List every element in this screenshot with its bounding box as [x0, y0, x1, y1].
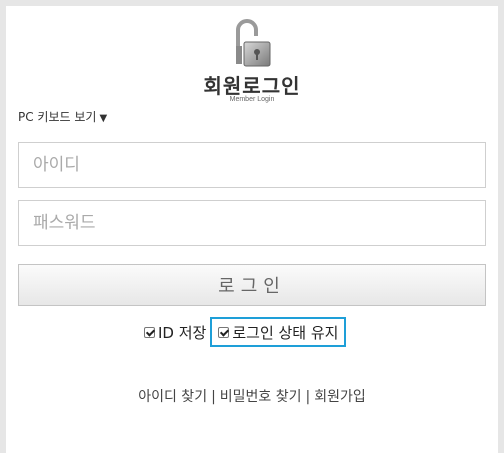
triangle-down-icon: ▼	[99, 113, 108, 124]
find-id-link[interactable]: 아이디 찾기	[138, 389, 207, 405]
save-id-label: ID 저장	[158, 323, 207, 342]
padlock-icon	[236, 19, 271, 67]
page-subtitle: Member Login	[229, 96, 275, 103]
find-password-link[interactable]: 비밀번호 찾기	[220, 389, 302, 405]
login-button[interactable]: 로그인	[18, 264, 486, 306]
join-link[interactable]: 회원가입	[314, 389, 366, 405]
login-panel: 회원로그인 Member Login PC 키보드 보기▼ 로그인 ID 저장 …	[6, 6, 498, 453]
keep-login-option[interactable]: 로그인 상태 유지	[210, 317, 347, 347]
link-separator: |	[211, 389, 216, 405]
pc-keyboard-label: PC 키보드 보기	[18, 110, 97, 124]
account-links: 아이디 찾기 | 비밀번호 찾기 | 회원가입	[6, 386, 498, 406]
id-input[interactable]	[18, 142, 486, 188]
pc-keyboard-toggle[interactable]: PC 키보드 보기 ▼	[18, 108, 107, 125]
login-options: ID 저장 로그인 상태 유지	[144, 317, 347, 347]
save-id-option[interactable]: ID 저장	[144, 322, 206, 343]
password-input[interactable]	[18, 200, 486, 246]
keep-login-label: 로그인 상태 유지	[232, 323, 339, 342]
link-separator: |	[305, 389, 311, 405]
keep-login-checkbox[interactable]	[218, 326, 230, 338]
save-id-checkbox[interactable]	[144, 326, 155, 338]
page-title: 회원로그인	[203, 74, 301, 98]
